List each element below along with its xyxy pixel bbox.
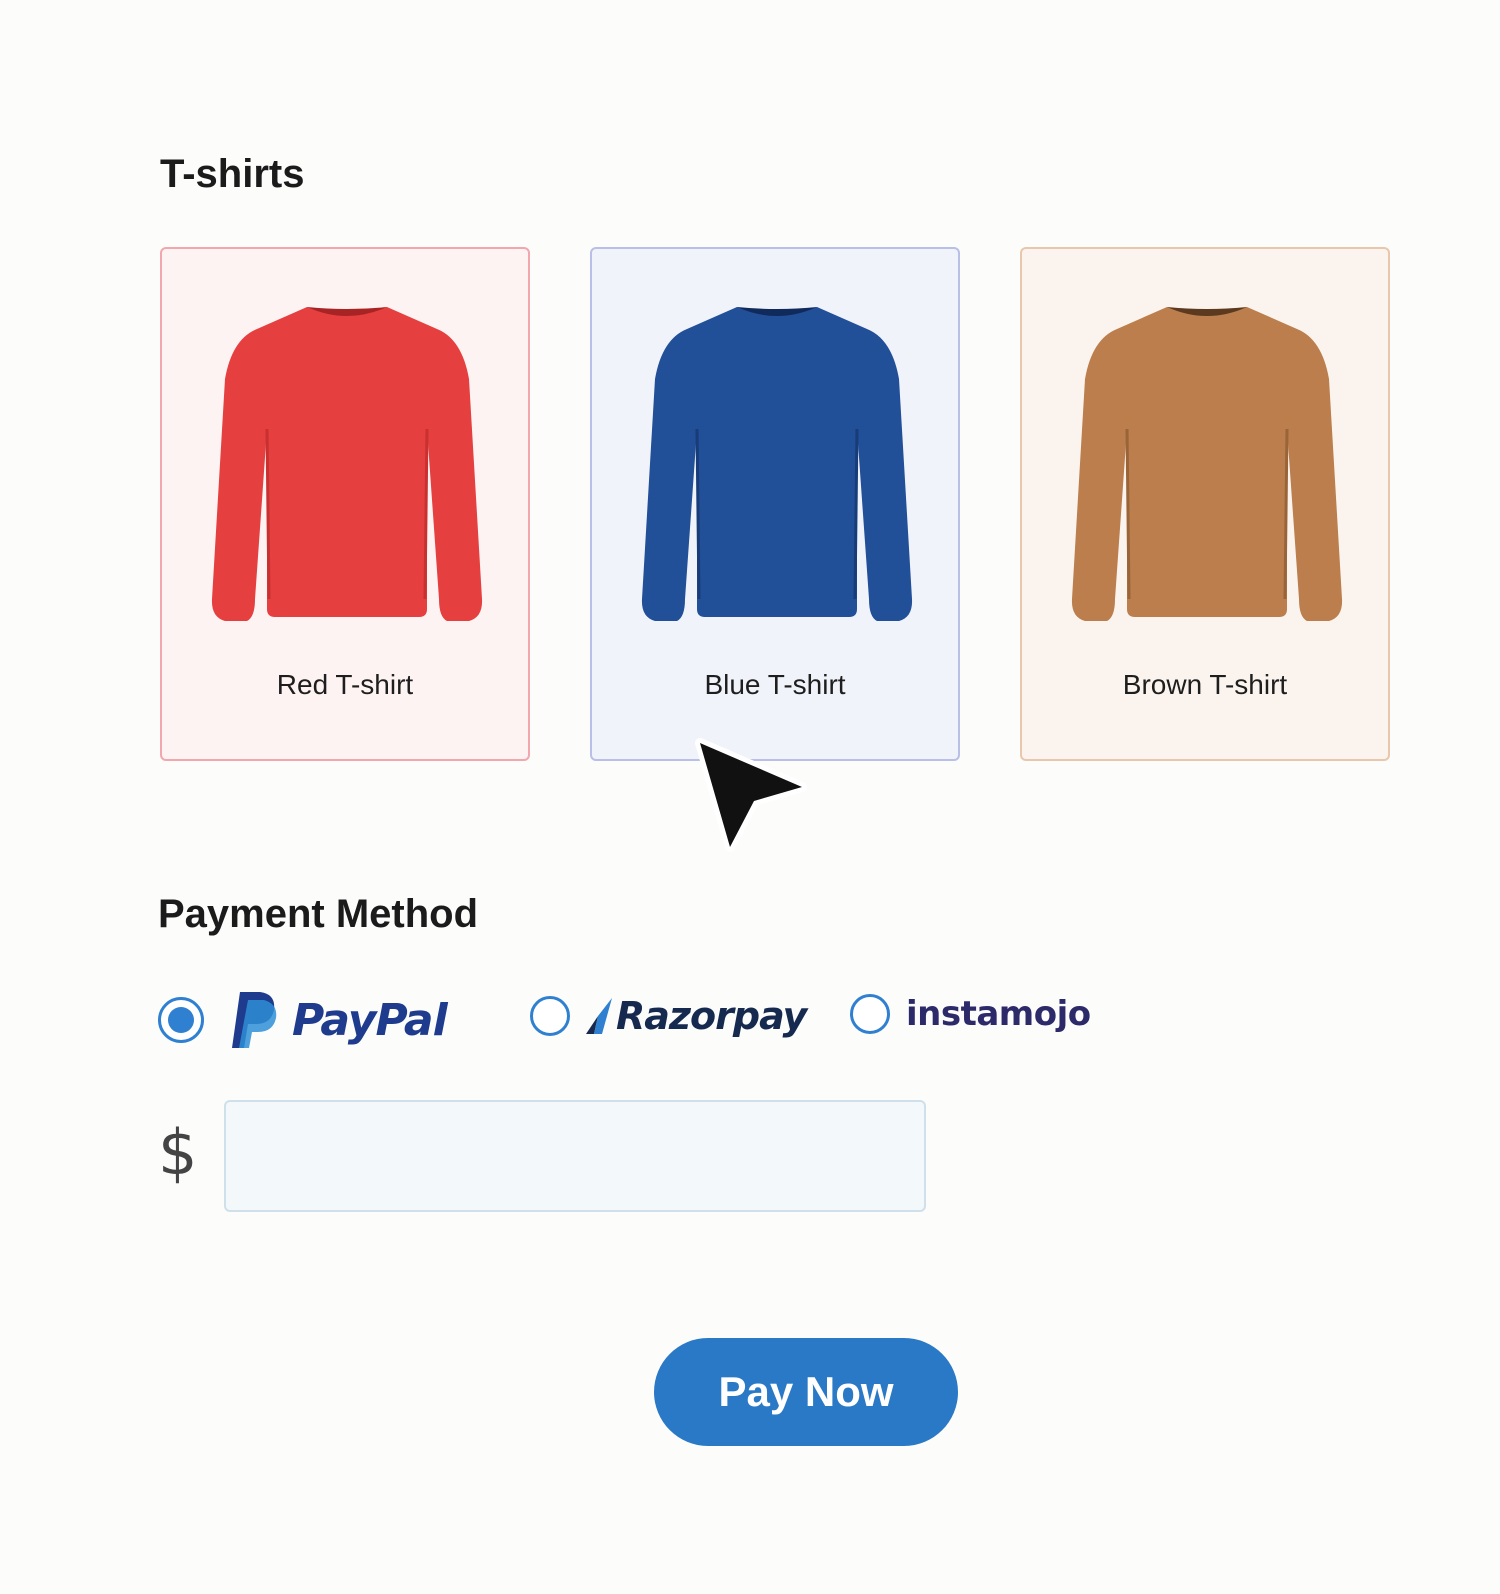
card-label: Brown T-shirt <box>1122 669 1288 700</box>
paypal-logo: PayPal <box>230 990 448 1050</box>
blue-tshirt-image <box>641 307 913 621</box>
tshirts-section-title: T-shirts <box>160 152 305 196</box>
product-card-blue[interactable]: Blue T-shirt <box>590 247 960 761</box>
paypal-logo-text: PayPal <box>292 994 448 1046</box>
product-card-red[interactable]: Red T-shirt <box>160 247 530 761</box>
product-card-brown[interactable]: Brown T-shirt <box>1020 247 1390 761</box>
payment-option-paypal[interactable]: PayPal <box>158 990 448 1050</box>
checkout-page: T-shirts Red T-shirt Blue T-shirt Brown … <box>0 0 1500 1594</box>
payment-option-instamojo[interactable]: instamojo <box>850 994 1091 1034</box>
instamojo-logo: instamojo <box>906 994 1091 1034</box>
card-label: Blue T-shirt <box>704 669 846 700</box>
payment-options: PayPal Razorpay instamojo <box>158 990 1158 1070</box>
card-label: Red T-shirt <box>276 669 414 700</box>
currency-symbol: $ <box>158 1116 198 1189</box>
paypal-radio[interactable] <box>158 997 204 1043</box>
brown-tshirt-image <box>1071 307 1343 621</box>
radio-selected-dot <box>168 1007 194 1033</box>
razorpay-logo-text: Razorpay <box>616 994 807 1038</box>
razorpay-radio[interactable] <box>530 996 570 1036</box>
red-tshirt-image <box>211 307 483 621</box>
payment-method-title: Payment Method <box>158 892 479 936</box>
paypal-p-icon <box>232 992 277 1048</box>
amount-input[interactable] <box>224 1100 926 1212</box>
pay-now-button[interactable]: Pay Now <box>654 1338 958 1446</box>
razorpay-mark-icon <box>586 998 612 1034</box>
instamojo-radio[interactable] <box>850 994 890 1034</box>
razorpay-logo: Razorpay <box>584 994 807 1038</box>
payment-option-razorpay[interactable]: Razorpay <box>530 994 807 1038</box>
